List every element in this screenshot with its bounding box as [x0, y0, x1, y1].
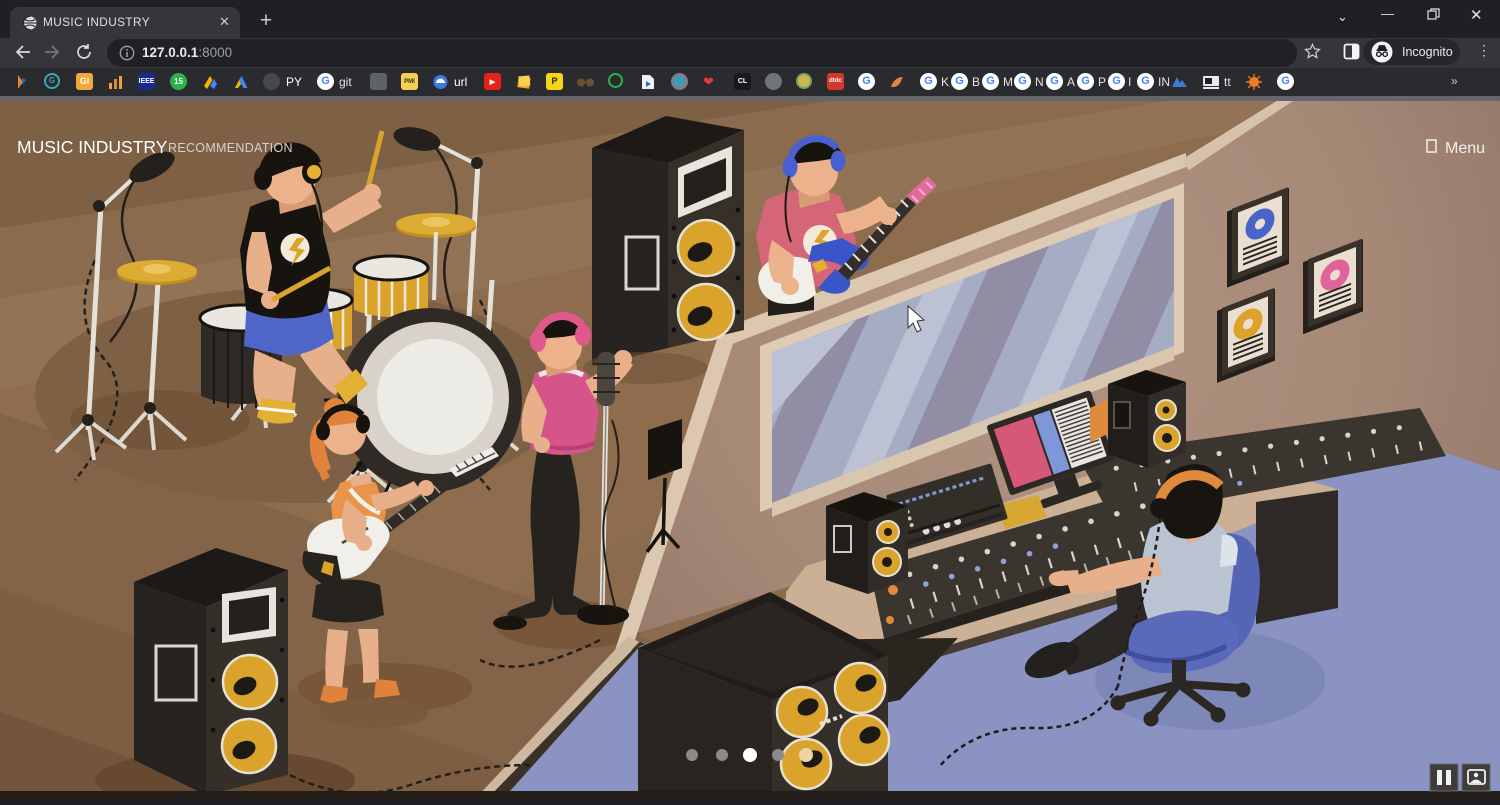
svg-text:Menu: Menu [1445, 140, 1485, 157]
svg-text:RECOMMENDATION: RECOMMENDATION [168, 141, 293, 155]
svg-text:MUSIC INDUSTRY: MUSIC INDUSTRY [17, 137, 168, 157]
